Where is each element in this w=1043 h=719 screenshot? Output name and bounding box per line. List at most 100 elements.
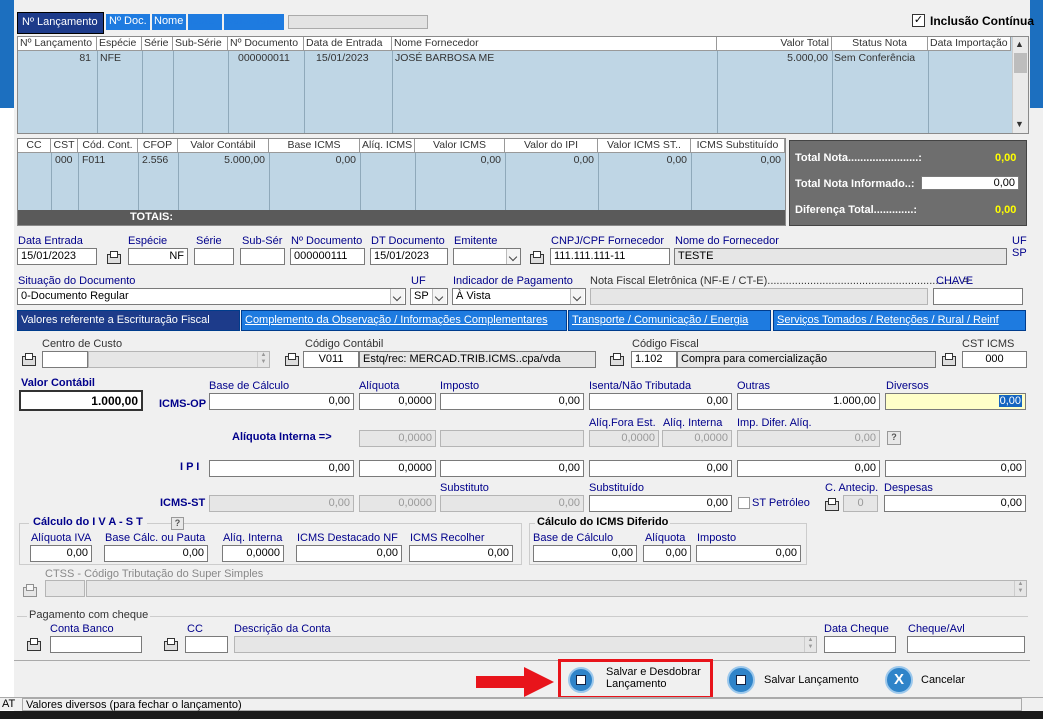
col-header[interactable]: Status Nota bbox=[832, 37, 928, 51]
data-entrada-input[interactable]: 15/01/2023 bbox=[17, 248, 97, 265]
nfe-input[interactable] bbox=[590, 288, 928, 305]
serie-input[interactable] bbox=[194, 248, 234, 265]
aliq-interna-a[interactable]: 0,0000 bbox=[359, 430, 436, 447]
icms-op-imposto[interactable]: 0,00 bbox=[440, 393, 584, 410]
printer-icon[interactable] bbox=[283, 352, 299, 366]
printer-icon[interactable] bbox=[105, 250, 121, 264]
ipi-isenta[interactable]: 0,00 bbox=[589, 460, 732, 477]
col-header[interactable]: ICMS Substituído bbox=[691, 139, 785, 153]
codigo-contabil-desc[interactable]: Estq/rec: MERCAD.TRIB.ICMS..cpa/vda bbox=[359, 351, 596, 368]
tab-nome[interactable]: Nome bbox=[152, 14, 186, 30]
ipi-aliquota[interactable]: 0,0000 bbox=[359, 460, 436, 477]
descricao-conta-input[interactable]: ▲ ▼ bbox=[234, 636, 817, 653]
col-header[interactable]: Base ICMS bbox=[269, 139, 360, 153]
col-header[interactable]: Sub-Série bbox=[173, 37, 228, 51]
col-header[interactable]: CST bbox=[51, 139, 78, 153]
inclusao-continua-checkbox[interactable]: ✓ bbox=[912, 14, 925, 27]
help-icon[interactable]: ? bbox=[887, 431, 901, 445]
itens-grid[interactable]: CC CST Cód. Cont. CFOP Valor Contábil Ba… bbox=[17, 138, 786, 226]
emitente-select[interactable] bbox=[453, 248, 521, 265]
diferido-aliq-input[interactable]: 0,00 bbox=[643, 545, 691, 562]
base-pauta-input[interactable]: 0,00 bbox=[104, 545, 208, 562]
especie-input[interactable]: NF bbox=[128, 248, 188, 265]
cheque-avl-input[interactable] bbox=[907, 636, 1025, 653]
col-header[interactable]: Nº Lançamento bbox=[18, 37, 97, 51]
icms-recolher-input[interactable]: 0,00 bbox=[409, 545, 513, 562]
centro-custo-input[interactable] bbox=[42, 351, 88, 368]
col-header[interactable]: Espécie bbox=[97, 37, 142, 51]
st-petroleo-checkbox[interactable] bbox=[738, 497, 750, 509]
icms-destacado-input[interactable]: 0,00 bbox=[296, 545, 402, 562]
codigo-fiscal-input[interactable]: 1.102 bbox=[631, 351, 677, 368]
salvar-desdobrar-button[interactable]: Salvar e Desdobrar Lançamento bbox=[566, 665, 706, 695]
diferido-imposto-input[interactable]: 0,00 bbox=[696, 545, 801, 562]
chevron-down-icon[interactable] bbox=[390, 289, 404, 304]
cst-icms-input[interactable]: 000 bbox=[962, 351, 1027, 368]
col-header[interactable]: Nome Fornecedor bbox=[392, 37, 717, 51]
st-base[interactable]: 0,00 bbox=[209, 495, 354, 512]
salvar-lancamento-button[interactable]: Salvar Lançamento bbox=[726, 665, 866, 695]
spinner-icon[interactable]: ▲ ▼ bbox=[257, 352, 269, 367]
scroll-up-icon[interactable]: ▲ bbox=[1015, 39, 1024, 49]
col-header[interactable]: Valor ICMS bbox=[415, 139, 505, 153]
ipi-outras[interactable]: 0,00 bbox=[737, 460, 880, 477]
col-header[interactable]: CFOP bbox=[138, 139, 178, 153]
aliq-interna-input[interactable]: 0,0000 bbox=[662, 430, 732, 447]
data-cheque-input[interactable] bbox=[824, 636, 896, 653]
icms-op-diversos[interactable]: 0,00 bbox=[885, 393, 1026, 410]
cancelar-button[interactable]: X Cancelar bbox=[884, 665, 984, 695]
col-header[interactable]: Valor Contábil bbox=[178, 139, 269, 153]
st-aliquota[interactable]: 0,0000 bbox=[359, 495, 436, 512]
tab-num-doc[interactable]: Nº Doc. bbox=[106, 14, 150, 30]
tab-num-lancamento[interactable]: Nº Lançamento bbox=[17, 12, 104, 34]
col-header[interactable]: Data de Entrada bbox=[304, 37, 392, 51]
lancamentos-grid[interactable]: Nº Lançamento Espécie Série Sub-Série Nº… bbox=[17, 36, 1029, 134]
printer-icon[interactable] bbox=[20, 352, 36, 366]
aliq-iva-input[interactable]: 0,00 bbox=[30, 545, 92, 562]
cnpj-input[interactable]: 111.111.111-11 bbox=[550, 248, 670, 265]
col-header[interactable]: CC bbox=[18, 139, 51, 153]
codigo-fiscal-desc[interactable]: Compra para comercialização bbox=[677, 351, 936, 368]
col-header[interactable]: Alíq. ICMS bbox=[360, 139, 415, 153]
diferido-base-input[interactable]: 0,00 bbox=[533, 545, 637, 562]
col-header[interactable]: Data Importação bbox=[928, 37, 1011, 51]
help-icon[interactable]: ? bbox=[171, 517, 184, 530]
ipi-base[interactable]: 0,00 bbox=[209, 460, 354, 477]
grid-scrollbar[interactable]: ▲ ▼ bbox=[1012, 37, 1028, 133]
aliq-interna-b[interactable] bbox=[440, 430, 584, 447]
ctss-desc-input[interactable]: ▲ ▼ bbox=[86, 580, 1027, 597]
cc-input[interactable] bbox=[185, 636, 228, 653]
scroll-thumb[interactable] bbox=[1014, 53, 1027, 73]
st-substituido[interactable]: 0,00 bbox=[589, 495, 732, 512]
chevron-down-icon[interactable] bbox=[506, 249, 520, 264]
conta-banco-input[interactable] bbox=[50, 636, 142, 653]
printer-icon[interactable] bbox=[25, 637, 41, 651]
st-substituto[interactable]: 0,00 bbox=[440, 495, 584, 512]
ipi-diversos[interactable]: 0,00 bbox=[885, 460, 1026, 477]
tab-complemento-observacao[interactable]: Complemento da Observação / Informações … bbox=[241, 310, 567, 331]
search-input[interactable] bbox=[288, 15, 428, 29]
col-header[interactable]: Valor do IPI bbox=[505, 139, 598, 153]
col-header[interactable]: Valor Total bbox=[717, 37, 832, 51]
imp-difer-input[interactable]: 0,00 bbox=[737, 430, 880, 447]
ipi-imposto[interactable]: 0,00 bbox=[440, 460, 584, 477]
icms-op-aliquota[interactable]: 0,0000 bbox=[359, 393, 436, 410]
ctss-code-input[interactable] bbox=[45, 580, 85, 597]
icms-op-outras[interactable]: 1.000,00 bbox=[737, 393, 880, 410]
col-header[interactable]: Cód. Cont. bbox=[78, 139, 138, 153]
situacao-select[interactable]: 0-Documento Regular bbox=[17, 288, 406, 305]
printer-icon[interactable] bbox=[21, 583, 37, 597]
scroll-down-icon[interactable]: ▼ bbox=[1015, 119, 1024, 129]
col-header[interactable]: Valor ICMS ST.. bbox=[598, 139, 691, 153]
tab-valor-total[interactable]: Valor Total bbox=[224, 14, 284, 30]
chave-input[interactable] bbox=[933, 288, 1023, 305]
tab-escrituracao-fiscal[interactable]: Valores referente a Escrituração Fiscal bbox=[17, 310, 240, 331]
chevron-down-icon[interactable] bbox=[432, 289, 446, 304]
chevron-down-icon[interactable] bbox=[570, 289, 584, 304]
printer-icon[interactable] bbox=[940, 352, 956, 366]
icms-op-isenta[interactable]: 0,00 bbox=[589, 393, 732, 410]
nome-fornecedor-input[interactable]: TESTE bbox=[674, 248, 1007, 265]
col-header[interactable]: Nº Documento bbox=[228, 37, 304, 51]
printer-icon[interactable] bbox=[528, 250, 544, 264]
codigo-contabil-input[interactable]: V011 bbox=[303, 351, 359, 368]
